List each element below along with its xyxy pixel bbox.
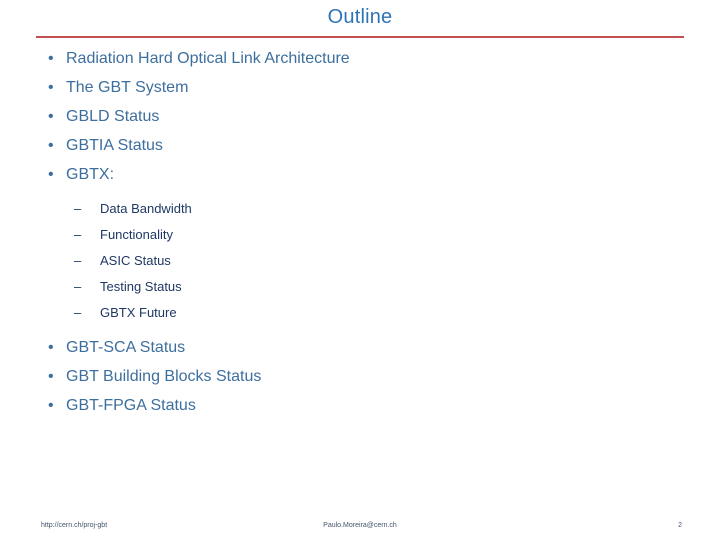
list-item-label: GBT Building Blocks Status	[66, 368, 262, 385]
bullet-icon: •	[48, 397, 54, 414]
bullet-icon: •	[48, 166, 54, 183]
outline-list-bottom: • GBT-SCA Status • GBT Building Blocks S…	[36, 333, 684, 420]
sublist-item: – GBTX Future	[36, 300, 684, 326]
list-item: • GBT Building Blocks Status	[36, 362, 684, 391]
title-divider	[36, 36, 684, 38]
list-item-label: Radiation Hard Optical Link Architecture	[66, 50, 350, 67]
bullet-icon: •	[48, 108, 54, 125]
list-item: • Radiation Hard Optical Link Architectu…	[36, 44, 684, 73]
list-item-label: GBLD Status	[66, 108, 160, 125]
sublist-item-label: GBTX Future	[100, 305, 177, 320]
bullet-icon: •	[48, 79, 54, 96]
list-item-label: GBTX:	[66, 166, 115, 183]
outline-content: • Radiation Hard Optical Link Architectu…	[36, 44, 684, 420]
sublist-item-label: Functionality	[100, 227, 173, 242]
sublist-item: – Functionality	[36, 222, 684, 248]
sublist-item: – Data Bandwidth	[36, 196, 684, 222]
footer-email: Paulo.Moreira@cern.ch	[323, 522, 397, 529]
dash-bullet-icon: –	[74, 201, 82, 216]
dash-bullet-icon: –	[74, 253, 82, 268]
sublist-item: – Testing Status	[36, 274, 684, 300]
bullet-icon: •	[48, 368, 54, 385]
list-item-label: GBT-SCA Status	[66, 339, 186, 356]
bullet-icon: •	[48, 50, 54, 67]
outline-list-top: • Radiation Hard Optical Link Architectu…	[36, 44, 684, 189]
bullet-icon: •	[48, 137, 54, 154]
dash-bullet-icon: –	[74, 227, 82, 242]
slide-footer: http://cern.ch/proj-gbt Paulo.Moreira@ce…	[0, 500, 720, 540]
list-item: • The GBT System	[36, 73, 684, 102]
sublist-item-label: Testing Status	[100, 279, 182, 294]
bullet-icon: •	[48, 339, 54, 356]
sublist-item: – ASIC Status	[36, 248, 684, 274]
list-item: • GBTIA Status	[36, 131, 684, 160]
slide: Outline • Radiation Hard Optical Link Ar…	[0, 0, 720, 540]
sublist-item-label: Data Bandwidth	[100, 201, 192, 216]
dash-bullet-icon: –	[74, 305, 82, 320]
outline-sublist: – Data Bandwidth – Functionality – ASIC …	[36, 196, 684, 326]
list-item: • GBT-FPGA Status	[36, 391, 684, 420]
list-item-label: The GBT System	[66, 79, 189, 96]
slide-number: 2	[678, 522, 682, 529]
list-item-label: GBT-FPGA Status	[66, 397, 196, 414]
list-item: • GBLD Status	[36, 102, 684, 131]
page-title: Outline	[327, 6, 393, 28]
list-item: • GBT-SCA Status	[36, 333, 684, 362]
sublist-item-label: ASIC Status	[100, 253, 171, 268]
list-item: • GBTX:	[36, 160, 684, 189]
dash-bullet-icon: –	[74, 279, 82, 294]
list-item-label: GBTIA Status	[66, 137, 163, 154]
